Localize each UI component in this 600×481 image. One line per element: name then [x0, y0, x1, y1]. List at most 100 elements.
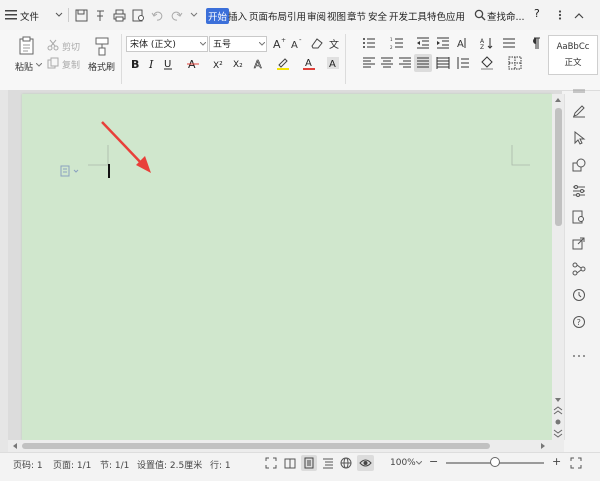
next-page-icon[interactable]: [553, 428, 563, 438]
zoom-level[interactable]: 100%: [390, 458, 416, 468]
cut-button[interactable]: 剪切: [62, 40, 80, 53]
scroll-up-icon[interactable]: [554, 97, 562, 103]
search-command[interactable]: 查找命...: [487, 9, 525, 23]
underline-icon[interactable]: U: [162, 56, 176, 70]
shading-icon[interactable]: [480, 56, 494, 70]
file-menu[interactable]: 文件: [20, 9, 39, 23]
pane-collapse-icon[interactable]: [572, 88, 586, 94]
chevron-down-icon[interactable]: [416, 461, 422, 465]
adjust-icon[interactable]: [572, 184, 586, 198]
search-icon[interactable]: [474, 9, 486, 21]
clear-format-icon[interactable]: [310, 36, 324, 50]
fullscreen-icon[interactable]: [265, 457, 277, 469]
paragraph-spacing-icon[interactable]: [456, 56, 470, 70]
align-center-icon[interactable]: [380, 56, 394, 70]
tab-chapter[interactable]: 章节: [347, 9, 366, 23]
eye-protection-icon[interactable]: [359, 457, 372, 469]
pen-icon[interactable]: [572, 104, 586, 118]
bullet-list-icon[interactable]: [362, 36, 376, 50]
paste-options-icon[interactable]: [60, 165, 82, 177]
chevron-down-icon[interactable]: [190, 12, 198, 18]
align-right-icon[interactable]: [398, 56, 412, 70]
tab-page-layout[interactable]: 页面布局: [249, 9, 287, 23]
numbered-list-icon[interactable]: 12: [390, 36, 404, 50]
shrink-font-icon[interactable]: A-: [290, 36, 304, 50]
justify-icon[interactable]: [416, 56, 430, 70]
undo-icon[interactable]: [151, 9, 164, 22]
align-left-icon[interactable]: [362, 56, 376, 70]
tab-review[interactable]: 审阅: [307, 9, 326, 23]
bold-icon[interactable]: B: [128, 56, 142, 70]
scissors-icon[interactable]: [47, 39, 59, 51]
highlight-icon[interactable]: [276, 56, 290, 70]
zoom-out-button[interactable]: −: [429, 455, 438, 468]
tab-references[interactable]: 引用: [287, 9, 306, 23]
tab-special-apps[interactable]: 特色应用: [427, 9, 465, 23]
tab-security[interactable]: 安全: [368, 9, 387, 23]
subscript-icon[interactable]: X₂: [232, 56, 246, 70]
zoom-in-button[interactable]: +: [552, 455, 561, 468]
tab-view[interactable]: 视图: [327, 9, 346, 23]
connect-icon[interactable]: [572, 262, 586, 276]
section-info[interactable]: 节: 1/1: [100, 458, 129, 471]
web-view-icon[interactable]: [340, 457, 352, 469]
tab-insert[interactable]: 插入: [228, 9, 247, 23]
redo-icon[interactable]: [170, 9, 183, 22]
help-circle-icon[interactable]: ?: [572, 315, 586, 329]
collapse-ribbon-icon[interactable]: [574, 12, 584, 19]
horizontal-scroll-thumb[interactable]: [22, 443, 490, 449]
grow-font-icon[interactable]: A +: [272, 36, 286, 50]
browse-object-icon[interactable]: [554, 418, 562, 426]
fit-window-icon[interactable]: [570, 457, 582, 469]
copy-icon[interactable]: [47, 57, 59, 69]
zoom-slider-knob[interactable]: [490, 457, 500, 467]
row-info[interactable]: 行: 1: [210, 458, 231, 471]
format-painter-icon[interactable]: [92, 36, 112, 56]
decrease-indent-icon[interactable]: [416, 36, 430, 50]
text-effect-icon[interactable]: A: [252, 56, 266, 70]
format-painter-button[interactable]: 格式刷: [88, 60, 115, 73]
scroll-left-icon[interactable]: [12, 442, 18, 450]
paste-icon[interactable]: [17, 36, 37, 56]
format-icon[interactable]: [94, 9, 107, 22]
page-count[interactable]: 页面: 1/1: [53, 458, 91, 471]
sort-icon[interactable]: AZ: [480, 36, 494, 50]
print-preview-icon[interactable]: [132, 9, 145, 22]
chevron-down-icon[interactable]: [259, 42, 265, 46]
increase-indent-icon[interactable]: [436, 36, 450, 50]
borders-icon[interactable]: [508, 56, 522, 70]
italic-icon[interactable]: I: [145, 56, 159, 70]
shapes-icon[interactable]: [572, 158, 586, 172]
style-gallery-normal[interactable]: AaBbCc 正文: [548, 35, 598, 75]
setting-value[interactable]: 设置值: 2.5厘米: [137, 458, 202, 471]
menu-icon[interactable]: [5, 10, 17, 20]
tab-developer-tools[interactable]: 开发工具: [389, 9, 427, 23]
superscript-icon[interactable]: X²: [212, 56, 226, 70]
font-color-icon[interactable]: A: [302, 56, 316, 70]
scroll-down-icon[interactable]: [554, 397, 562, 403]
share-icon[interactable]: [572, 236, 586, 250]
more-icon[interactable]: [555, 10, 565, 20]
vertical-scroll-thumb[interactable]: [555, 108, 562, 226]
outline-view-icon[interactable]: [322, 457, 334, 469]
more-options-icon[interactable]: [572, 354, 586, 358]
scroll-right-icon[interactable]: [540, 442, 546, 450]
tab-home[interactable]: 开始: [206, 8, 230, 24]
distributed-align-icon[interactable]: [436, 56, 450, 70]
chevron-down-icon[interactable]: [200, 42, 206, 46]
copy-button[interactable]: 复制: [62, 58, 80, 71]
document-search-icon[interactable]: [572, 210, 586, 224]
chinese-layout-icon[interactable]: A: [456, 36, 470, 50]
select-cursor-icon[interactable]: [572, 131, 586, 145]
print-icon[interactable]: [113, 9, 126, 22]
chevron-down-icon[interactable]: [36, 63, 42, 67]
help-icon[interactable]: ?: [534, 7, 540, 20]
chevron-down-icon[interactable]: [55, 12, 63, 18]
page-number[interactable]: 页码: 1: [13, 458, 43, 471]
strikethrough-icon[interactable]: A: [186, 56, 200, 70]
show-marks-icon[interactable]: [528, 36, 542, 50]
page-view-icon[interactable]: [303, 457, 315, 469]
char-shading-icon[interactable]: A: [326, 56, 340, 70]
paste-button[interactable]: 粘贴: [15, 60, 33, 73]
pinyin-guide-icon[interactable]: 文: [328, 36, 342, 50]
